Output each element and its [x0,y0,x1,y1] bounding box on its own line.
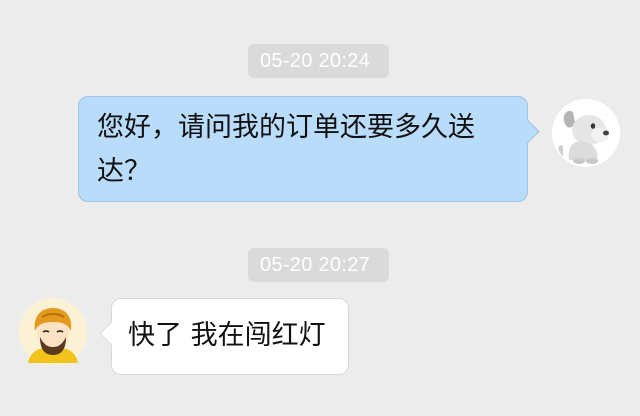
outgoing-message-bubble[interactable]: 您好，请问我的订单还要多久送达？ [78,96,528,202]
chat-window: 05-20 20:24 您好，请问我的订单还要多久送达？ 05-20 20:27 [0,0,640,416]
incoming-message-bubble[interactable]: 快了 我在闯红灯 [111,298,349,375]
delivery-courier-avatar-icon[interactable] [18,297,88,367]
message-timestamp: 05-20 20:24 [248,44,389,78]
message-timestamp: 05-20 20:27 [248,248,389,282]
dog-avatar-icon[interactable] [551,98,621,168]
